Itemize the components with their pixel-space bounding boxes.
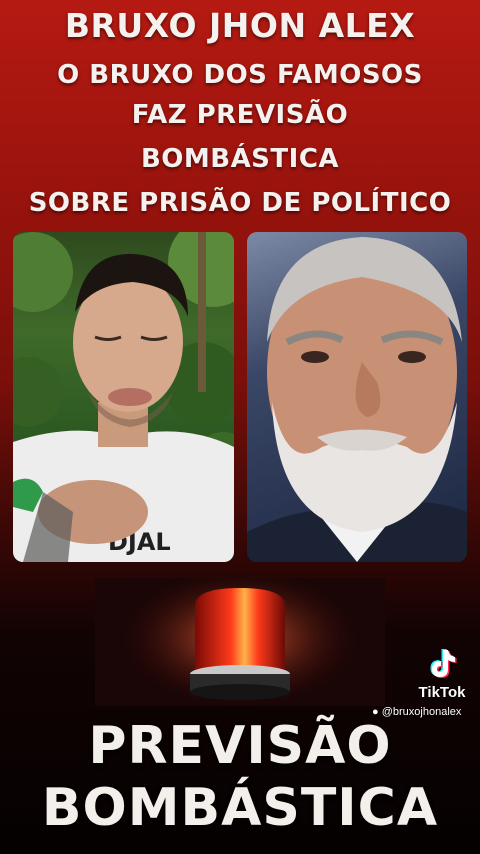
headline-line-4: BOMBÁSTICA — [140, 144, 340, 174]
headline-line-1: BRUXO JHON ALEX — [64, 6, 416, 45]
bottom-title-line-2: BOMBÁSTICA — [41, 778, 439, 838]
photo-psychic: DJAL — [13, 232, 234, 562]
psychic-illustration: DJAL — [13, 232, 234, 562]
siren-image — [95, 578, 385, 706]
siren-icon — [120, 578, 360, 706]
tiktok-logo-icon — [430, 649, 457, 678]
tiktok-watermark: TikTok — [412, 646, 472, 701]
tiktok-brand: TikTok — [418, 684, 466, 701]
bottom-title-line-1: PREVISÃO — [88, 716, 392, 776]
headline-line-5: SOBRE PRISÃO DE POLÍTICO — [28, 188, 452, 218]
headline-line-3: FAZ PREVISÃO — [131, 100, 349, 130]
photo-politician — [247, 232, 467, 562]
politician-illustration — [247, 237, 467, 562]
headline-line-2: O BRUXO DOS FAMOSOS — [57, 60, 423, 90]
